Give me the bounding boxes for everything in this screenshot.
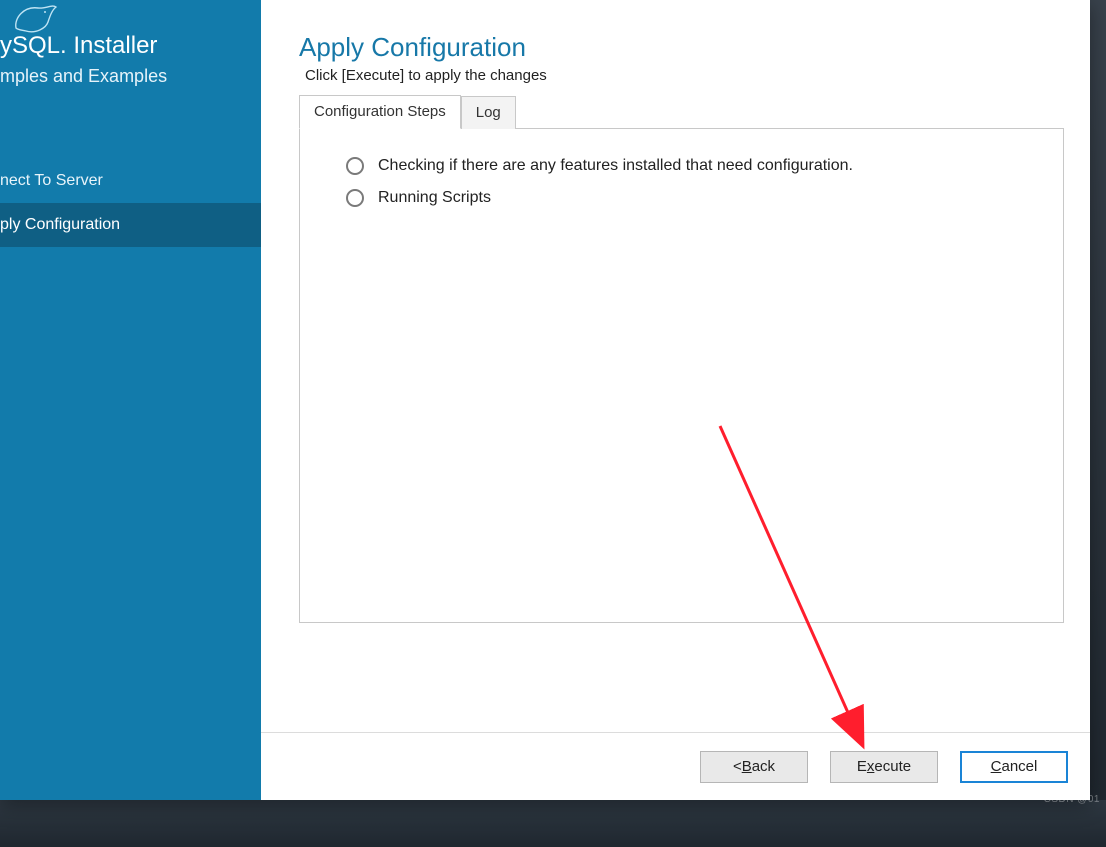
cancel-mnemonic: C [991,758,1002,775]
installer-window: ySQL. Installer mples and Examples nect … [0,0,1090,800]
tab-bar: Configuration Steps Log [299,94,1064,128]
back-button[interactable]: < Back [700,751,808,783]
mysql-dolphin-icon [12,4,60,34]
exec-rest: ecute [874,758,911,775]
step-row: Checking if there are any features insta… [346,157,1045,175]
sidebar-item-label: nect To Server [0,172,103,189]
page-description: Click [Execute] to apply the changes [305,67,1064,84]
desktop-right-strip [1090,0,1106,800]
exec-pre: E [857,758,867,775]
tab-log[interactable]: Log [461,96,516,129]
logo-wrap: ySQL. Installer mples and Examples [0,2,261,87]
step-label: Running Scripts [378,189,491,207]
step-label: Checking if there are any features insta… [378,157,853,175]
steps-panel: Checking if there are any features insta… [299,128,1064,623]
tab-label: Configuration Steps [314,103,446,120]
sidebar-nav: nect To Server ply Configuration [0,159,261,247]
execute-button[interactable]: Execute [830,751,938,783]
sidebar-item-connect-to-server[interactable]: nect To Server [0,159,261,203]
sidebar-item-label: ply Configuration [0,216,120,233]
brand-right: Installer [73,32,157,59]
step-row: Running Scripts [346,189,1045,207]
cancel-button[interactable]: Cancel [960,751,1068,783]
watermark-text: CSDN @01 [1044,794,1100,805]
back-prefix: < [733,758,742,775]
main-content: Apply Configuration Click [Execute] to a… [261,0,1090,800]
brand-subtitle: mples and Examples [0,66,261,87]
exec-mnemonic: x [867,758,875,775]
tab-label: Log [476,104,501,121]
step-status-icon [346,157,364,175]
desktop-background [0,800,1106,847]
back-mnemonic: B [742,758,752,775]
brand-title: ySQL. Installer [0,32,261,60]
sidebar: ySQL. Installer mples and Examples nect … [0,0,261,800]
tab-configuration-steps[interactable]: Configuration Steps [299,95,461,129]
brand-left: ySQL [0,32,60,59]
back-rest: ack [752,758,775,775]
cancel-rest: ancel [1001,758,1037,775]
sidebar-item-apply-configuration[interactable]: ply Configuration [0,203,261,247]
page-title: Apply Configuration [299,32,1064,63]
wizard-footer: < Back Execute Cancel [261,732,1090,800]
step-status-icon [346,189,364,207]
